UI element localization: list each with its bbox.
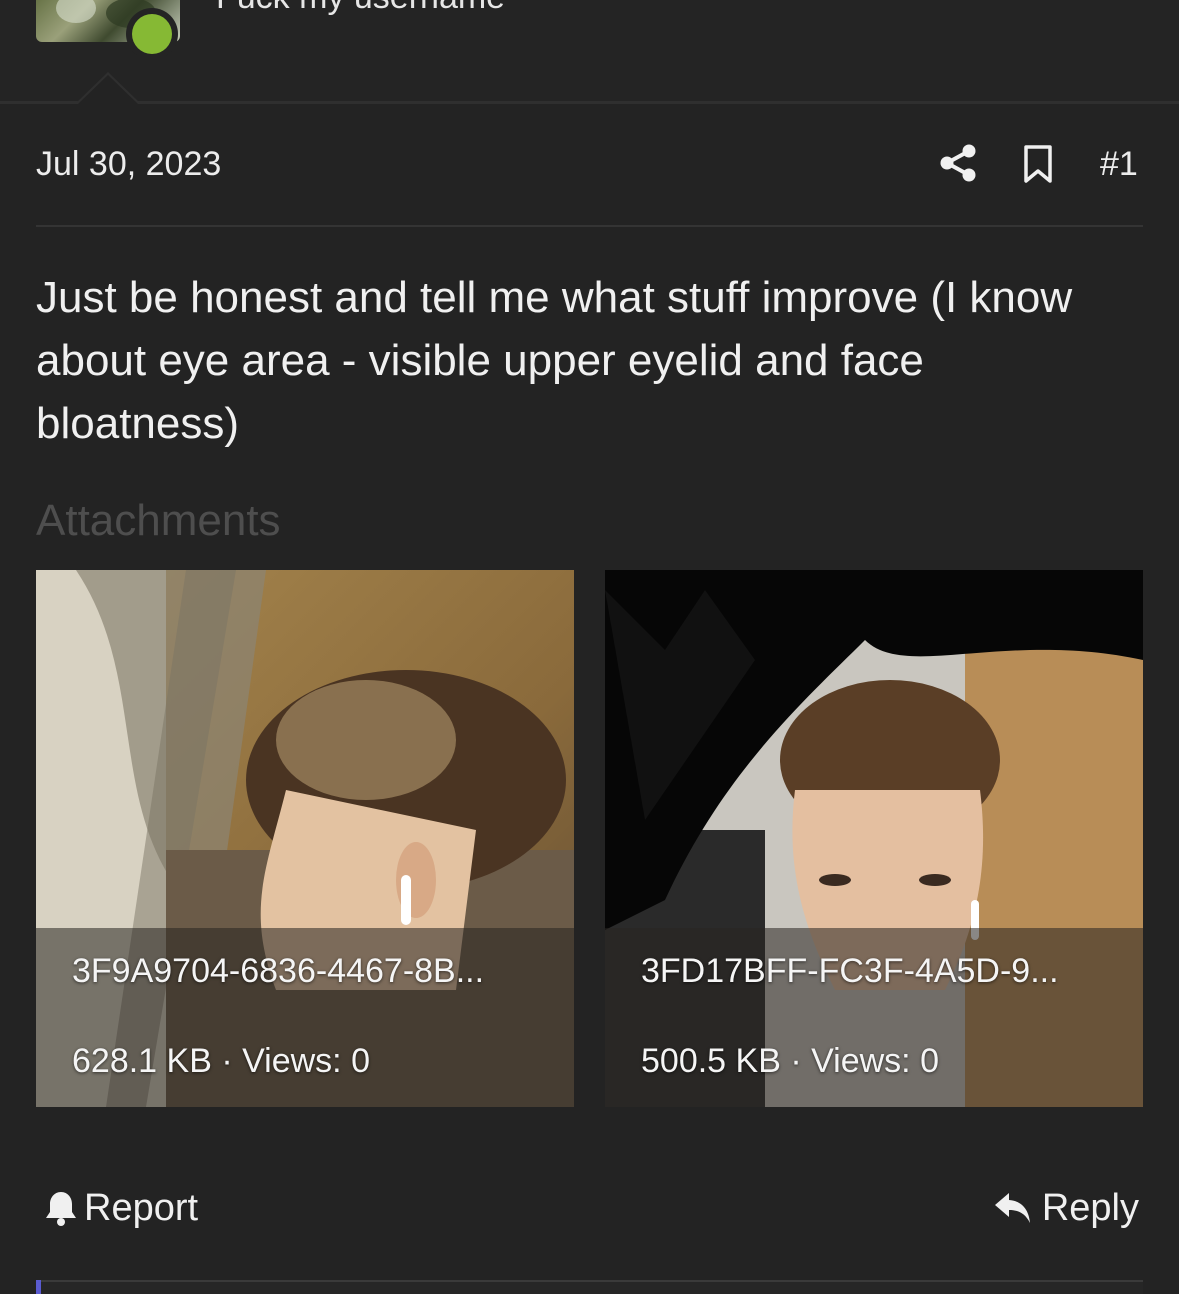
report-label: Report xyxy=(84,1186,199,1229)
header-divider-line xyxy=(0,101,1179,104)
online-status-indicator xyxy=(126,8,178,60)
user-header: Fuck my username xyxy=(0,0,1179,102)
attachment-card[interactable]: 3FD17BFF-FC3F-4A5D-9... 500.5 KB · Views… xyxy=(605,570,1143,1107)
reply-label: Reply xyxy=(1041,1186,1139,1229)
bell-icon xyxy=(46,1192,76,1226)
post-page: Fuck my username Jul 30, 2023 #1 Just be… xyxy=(0,0,1179,1294)
bookmark-icon[interactable] xyxy=(1022,144,1054,184)
attachments-heading: Attachments xyxy=(36,496,281,545)
attachment-filename[interactable]: 3F9A9704-6836-4467-8B... xyxy=(72,952,484,991)
post-date[interactable]: Jul 30, 2023 xyxy=(36,145,221,184)
next-post-edge xyxy=(36,1280,1143,1294)
reply-button[interactable]: Reply xyxy=(994,1185,1139,1231)
username[interactable]: Fuck my username xyxy=(216,0,505,17)
attachment-filename[interactable]: 3FD17BFF-FC3F-4A5D-9... xyxy=(641,952,1059,991)
attachment-card[interactable]: 3F9A9704-6836-4467-8B... 628.1 KB · View… xyxy=(36,570,574,1107)
report-button[interactable]: Report xyxy=(44,1185,198,1231)
next-post-accent xyxy=(36,1280,41,1294)
reply-arrow-icon xyxy=(994,1193,1030,1223)
attachment-meta: 628.1 KB · Views: 0 xyxy=(72,1042,370,1080)
post-pointer-arrow xyxy=(76,72,140,104)
post-number-link[interactable]: #1 xyxy=(1100,145,1138,184)
attachment-meta: 500.5 KB · Views: 0 xyxy=(641,1042,939,1080)
post-body-text: Just be honest and tell me what stuff im… xyxy=(36,273,1073,448)
share-icon[interactable] xyxy=(938,143,978,183)
post-header-divider xyxy=(36,225,1143,227)
